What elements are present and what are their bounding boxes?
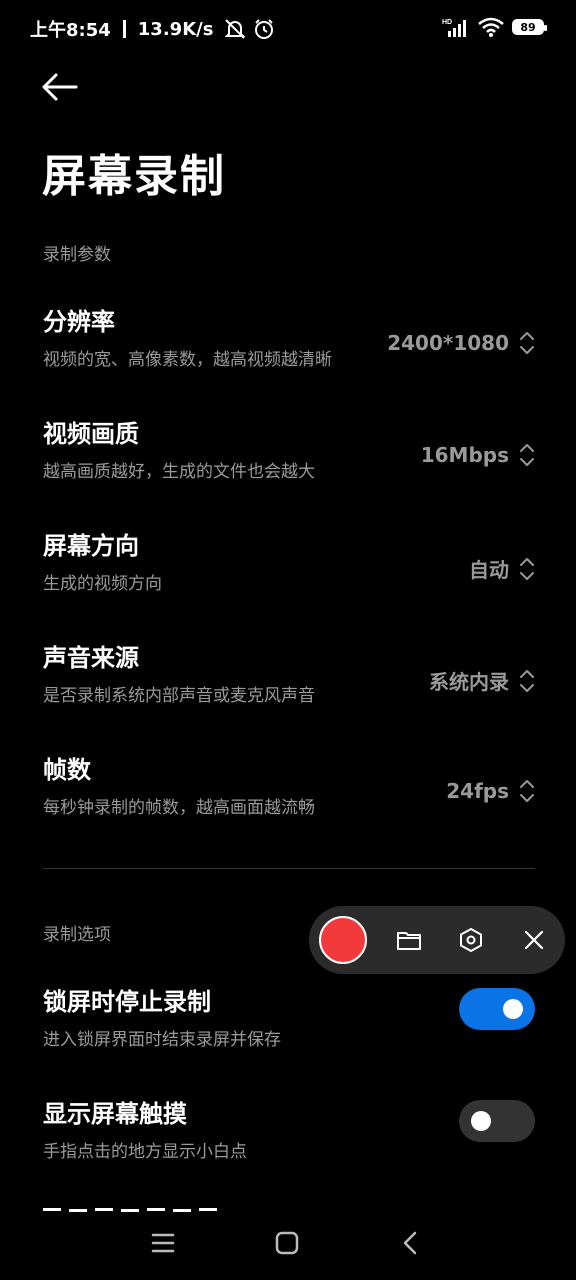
floating-recorder-bar: [309, 906, 565, 974]
setting-value[interactable]: 系统内录: [429, 666, 535, 695]
status-left: 上午8:54 13.9K/s: [30, 16, 275, 42]
battery-level: 89: [520, 20, 536, 34]
system-nav-bar: [0, 1208, 576, 1280]
setting-subtitle: 进入锁屏界面时结束录屏并保存: [43, 1030, 281, 1050]
setting-value[interactable]: 16Mbps: [421, 442, 535, 468]
chevron-up-down-icon: [520, 557, 534, 580]
menu-icon[interactable]: [148, 1228, 178, 1258]
close-icon[interactable]: [521, 927, 547, 953]
setting-value[interactable]: 2400*1080: [387, 330, 535, 356]
chevron-up-down-icon: [520, 669, 534, 692]
status-bar: 上午8:54 13.9K/s HD 89: [0, 0, 576, 56]
mute-icon: [225, 19, 246, 39]
setting-row-resolution[interactable]: 分辨率 视频的宽、高像素数，越高视频越清晰 2400*1080: [43, 302, 535, 370]
section-label-params: 录制参数: [43, 245, 111, 265]
screen-recorder-settings: 上午8:54 13.9K/s HD 89 屏幕录制 录制参数 分辨率 视频的宽、…: [0, 0, 576, 1280]
svg-text:HD: HD: [442, 19, 452, 26]
status-network-speed: 13.9K/s: [137, 18, 214, 40]
chevron-up-down-icon: [520, 444, 534, 466]
folder-icon[interactable]: [396, 927, 422, 953]
setting-row-sound-source[interactable]: 声音来源 是否录制系统内部声音或麦克风声音 系统内录: [43, 638, 535, 706]
signal-hd-icon: HD: [442, 19, 466, 37]
show-touches-toggle[interactable]: [459, 1100, 535, 1142]
value-text: 自动: [469, 558, 509, 582]
setting-value[interactable]: 24fps: [446, 778, 535, 804]
status-right: HD 89: [442, 17, 547, 37]
chevron-up-down-icon: [520, 780, 534, 802]
section-divider: [43, 868, 535, 869]
hexagon-settings-icon[interactable]: [458, 927, 484, 953]
page-title: 屏幕录制: [42, 151, 226, 202]
toggle-knob: [471, 1111, 491, 1131]
record-button[interactable]: [319, 916, 367, 964]
setting-row-frame-rate[interactable]: 帧数 每秒钟录制的帧数，越高画面越流畅 24fps: [43, 750, 535, 818]
back-arrow-icon[interactable]: [40, 70, 80, 104]
value-text: 24fps: [446, 779, 509, 803]
alarm-icon: [255, 19, 274, 39]
back-icon[interactable]: [396, 1228, 426, 1258]
setting-title: 屏幕方向: [43, 531, 139, 560]
value-text: 16Mbps: [420, 443, 509, 467]
setting-row-stop-on-lock[interactable]: 锁屏时停止录制 进入锁屏界面时结束录屏并保存: [43, 982, 535, 1050]
home-icon[interactable]: [272, 1228, 302, 1258]
status-divider: [122, 20, 126, 38]
chevron-up-down-icon: [520, 332, 534, 354]
setting-row-show-touches[interactable]: 显示屏幕触摸 手指点击的地方显示小白点: [43, 1094, 535, 1162]
wifi-icon: [478, 17, 504, 37]
battery-indicator: 89: [512, 19, 547, 35]
section-label-options: 录制选项: [43, 925, 111, 945]
toggle-knob: [503, 999, 523, 1019]
setting-row-orientation[interactable]: 屏幕方向 生成的视频方向 自动: [43, 526, 535, 594]
setting-row-video-quality[interactable]: 视频画质 越高画质越好，生成的文件也会越大 16Mbps: [43, 414, 535, 482]
setting-subtitle: 生成的视频方向: [43, 574, 162, 594]
setting-value[interactable]: 自动: [469, 554, 535, 583]
value-text: 系统内录: [429, 670, 509, 694]
value-text: 2400*1080: [387, 331, 509, 355]
setting-subtitle: 手指点击的地方显示小白点: [43, 1142, 247, 1162]
stop-on-lock-toggle[interactable]: [459, 988, 535, 1030]
status-time: 上午8:54: [30, 20, 111, 41]
